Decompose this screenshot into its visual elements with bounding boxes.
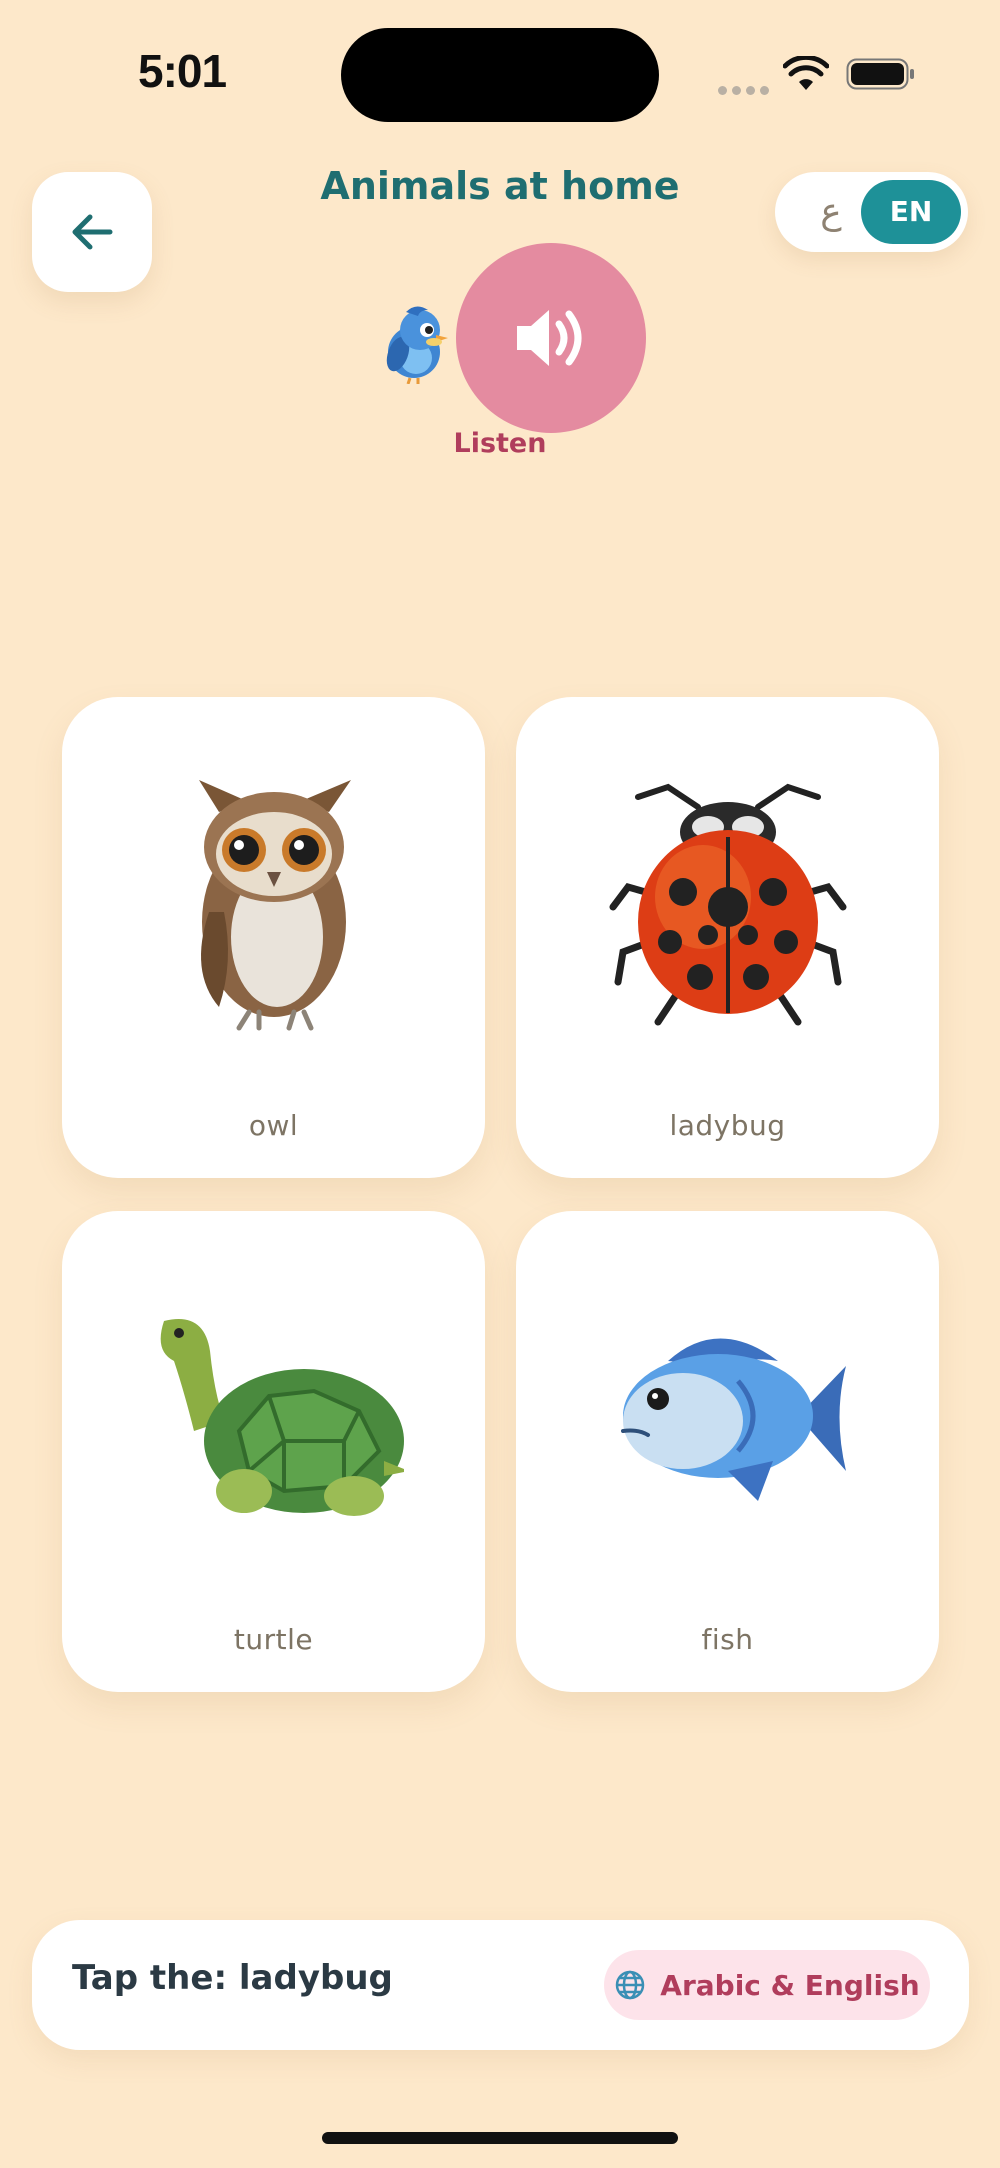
globe-icon: [616, 1970, 645, 2000]
listen-label: Listen: [453, 428, 547, 459]
card-ladybug[interactable]: ladybug: [516, 697, 939, 1178]
bird-mascot-icon: [386, 306, 448, 384]
card-label: ladybug: [669, 1109, 786, 1142]
prompt-bar: Tap the: ladybug Arabic & English: [32, 1920, 969, 2050]
arrow-left-icon: [72, 214, 113, 250]
card-turtle[interactable]: turtle: [62, 1211, 485, 1692]
status-time: 5:01: [138, 45, 227, 97]
card-fish[interactable]: fish: [516, 1211, 939, 1692]
card-label: fish: [701, 1623, 754, 1656]
card-owl[interactable]: owl: [62, 697, 485, 1178]
language-mode-label: Arabic & English: [660, 1968, 920, 2002]
page-title: Animals at home: [320, 164, 680, 208]
speaker-icon: [517, 310, 582, 366]
turtle-icon: [160, 1319, 404, 1516]
card-label: owl: [248, 1109, 299, 1142]
owl-icon: [198, 780, 351, 1031]
language-mode-badge[interactable]: Arabic & English: [604, 1950, 930, 2020]
dynamic-island: [341, 28, 659, 122]
back-button[interactable]: [32, 172, 152, 292]
language-option-english[interactable]: EN: [861, 180, 961, 244]
ladybug-icon: [609, 783, 846, 1026]
wifi-icon: [783, 56, 829, 90]
language-toggle[interactable]: ع EN: [775, 172, 968, 252]
home-indicator[interactable]: [322, 2132, 678, 2144]
cellular-signal-icon: [718, 80, 774, 99]
fish-icon: [620, 1338, 846, 1501]
language-option-arabic[interactable]: ع: [811, 182, 851, 242]
battery-icon: [846, 58, 914, 90]
card-label: turtle: [233, 1623, 314, 1656]
prompt-text: Tap the: ladybug: [72, 1958, 393, 1998]
listen-button[interactable]: [456, 243, 646, 433]
